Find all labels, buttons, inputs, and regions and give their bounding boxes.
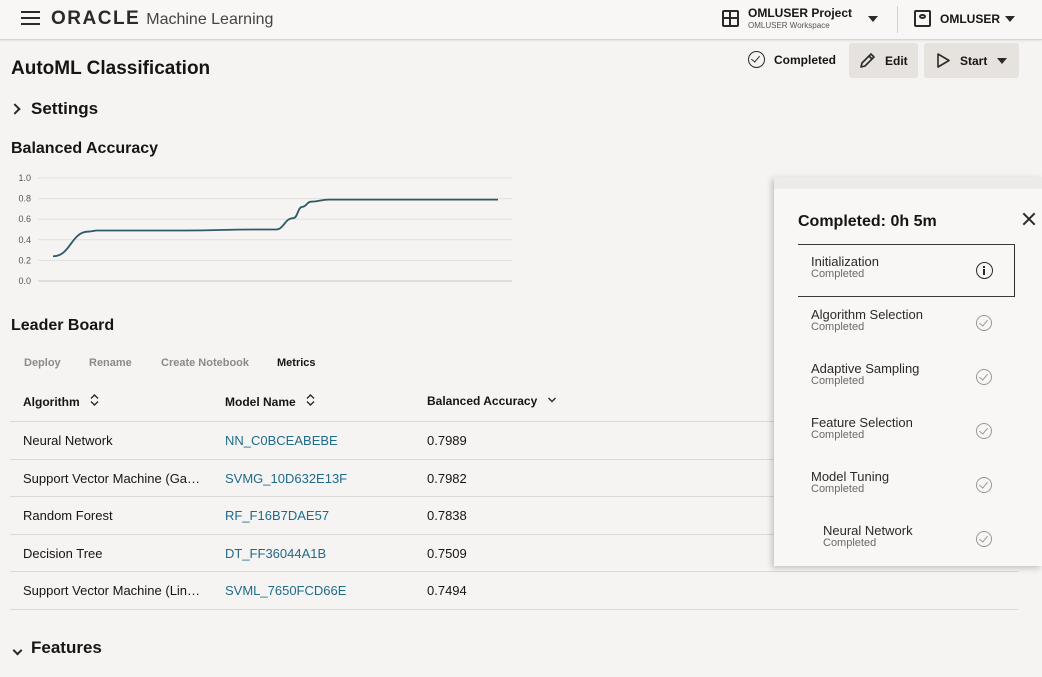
pencil-icon [859,52,876,69]
step-status: Completed [811,321,865,333]
y-tick-label: 0.8 [18,194,31,204]
progress-panel: Completed: 0h 5m Initialization Complete… [774,177,1042,566]
step-model-tuning[interactable]: Model Tuning Completed [798,460,1015,513]
balanced-accuracy-cell: 0.7838 [427,508,467,524]
algorithm-cell: Support Vector Machine (Lin… [23,583,201,599]
algorithm-cell: Neural Network [23,433,113,448]
check-circle-icon [976,315,992,331]
sort-icon[interactable] [306,394,315,409]
column-header-model-name[interactable]: Model Name [225,394,315,409]
status-text: Completed [774,52,837,67]
y-tick-label: 0.4 [18,235,31,245]
column-label: Algorithm [23,394,80,409]
chevron-down-icon[interactable] [868,16,878,22]
balanced-accuracy-heading: Balanced Accuracy [11,140,159,157]
edit-button[interactable]: Edit [849,43,918,78]
step-algorithm-selection[interactable]: Algorithm Selection Completed [798,298,1015,351]
balanced-accuracy-chart: 1.0 0.8 0.6 0.4 0.2 0.0 [18,173,512,286]
algorithm-cell: Support Vector Machine (Ga… [23,470,201,486]
user-menu[interactable]: OMLUSER [914,10,1000,27]
step-name: Algorithm Selection [811,307,923,322]
column-header-algorithm[interactable]: Algorithm [23,394,99,409]
model-name-link[interactable]: DT_FF36044A1B [225,546,326,561]
status-badge: Completed [748,51,836,68]
leader-board-heading: Leader Board [11,317,115,334]
play-icon [936,52,951,69]
brand-logo[interactable]: ORACLE Machine Learning [51,8,273,30]
step-feature-selection[interactable]: Feature Selection Completed [798,406,1015,459]
balanced-accuracy-cell: 0.7494 [427,583,467,599]
column-label: Balanced Accuracy [427,394,538,408]
step-name: Adaptive Sampling [811,361,920,376]
page-title: AutoML Classification [11,58,211,79]
balanced-accuracy-cell: 0.7509 [427,545,467,561]
metrics-button[interactable]: Metrics [277,357,316,369]
step-name: Initialization [811,254,879,269]
oracle-wordmark: ORACLE [51,8,141,29]
y-tick-label: 0.2 [18,255,31,265]
algorithm-cell: Decision Tree [23,545,103,561]
check-circle-icon [976,477,992,493]
y-tick-label: 0.6 [18,214,31,224]
model-name-link[interactable]: SVML_7650FCD66E [225,583,346,598]
column-label: Model Name [225,394,296,409]
panel-title: Completed: 0h 5m [798,213,937,230]
deploy-button[interactable]: Deploy [24,357,61,369]
series-line [52,198,498,258]
sort-descending-icon[interactable] [547,396,557,407]
chevron-right-icon[interactable] [9,103,21,115]
algorithm-cell: Random Forest [23,508,113,524]
check-circle-icon [748,51,765,68]
model-name-link[interactable]: NN_C0BCEABEBE [225,433,338,448]
settings-toggle[interactable]: Settings [31,99,98,119]
sort-icon[interactable] [90,394,99,409]
column-header-balanced-accuracy[interactable]: Balanced Accuracy [427,394,557,408]
info-icon[interactable] [976,262,993,279]
start-button[interactable]: Start [924,43,1019,78]
check-circle-icon [976,423,992,439]
step-status: Completed [811,375,865,387]
rename-button[interactable]: Rename [89,357,132,369]
y-tick-label: 1.0 [18,173,31,183]
step-status: Completed [811,429,865,441]
y-tick-label: 0.0 [18,276,31,286]
step-name: Model Tuning [811,469,890,484]
project-selector[interactable]: OMLUSER Project OMLUSER Workspace [722,6,852,30]
project-name: OMLUSER Project [748,6,853,20]
step-status: Completed [811,268,865,280]
table-row[interactable]: Support Vector Machine (Lin… SVML_7650FC… [10,572,1018,610]
workspace-name: OMLUSER Workspace [748,21,830,30]
step-neural-network[interactable]: Neural Network Completed [798,514,1015,567]
product-name: Machine Learning [146,11,274,28]
chevron-down-icon[interactable] [1005,16,1015,22]
step-name: Feature Selection [811,415,913,430]
close-icon[interactable] [1022,212,1036,226]
divider [897,6,898,33]
check-circle-icon [976,369,992,385]
step-initialization[interactable]: Initialization Completed [798,244,1015,297]
step-name: Neural Network [823,523,913,538]
balanced-accuracy-cell: 0.7982 [427,470,467,486]
step-adaptive-sampling[interactable]: Adaptive Sampling Completed [798,352,1015,405]
create-notebook-button[interactable]: Create Notebook [161,357,249,369]
balanced-accuracy-cell: 0.7989 [427,433,467,448]
user-name: OMLUSER [940,11,1000,26]
edit-label: Edit [885,53,908,68]
user-avatar-icon [914,10,931,27]
hamburger-menu-icon[interactable] [21,11,40,27]
model-name-link[interactable]: RF_F16B7DAE57 [225,508,329,523]
features-toggle[interactable]: Features [31,638,102,658]
chevron-down-icon[interactable] [12,645,23,656]
project-grid-icon [722,10,739,27]
model-name-link[interactable]: SVMG_10D632E13F [225,471,347,486]
top-bar: ORACLE Machine Learning OMLUSER Project … [0,0,1042,40]
step-status: Completed [811,483,865,495]
start-label: Start [960,53,988,68]
check-circle-icon [976,531,992,547]
step-status: Completed [823,537,877,549]
chevron-down-icon[interactable] [997,57,1008,64]
